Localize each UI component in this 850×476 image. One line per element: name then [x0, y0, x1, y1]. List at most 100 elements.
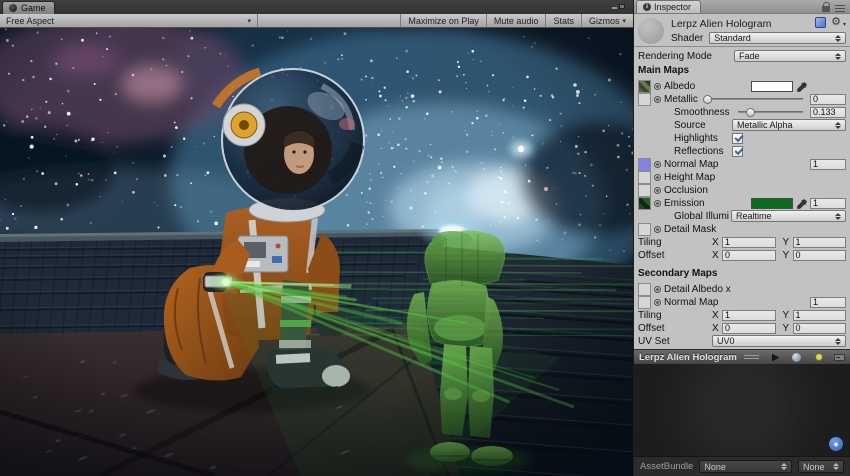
assetbundle-variant-dropdown[interactable]: None: [798, 460, 844, 473]
main-offset-y-field[interactable]: 0: [792, 249, 846, 261]
lock-icon[interactable]: [822, 2, 830, 12]
albedo-texture-slot[interactable]: [638, 79, 651, 93]
main-tiling-row: Tiling X 1 Y 1: [638, 236, 846, 248]
texture-target-icon[interactable]: [654, 95, 661, 103]
metallic-label: Metallic: [664, 93, 698, 105]
texture-target-icon[interactable]: [654, 82, 661, 90]
smoothness-value-field[interactable]: 0.133: [810, 106, 846, 118]
tab-game[interactable]: Game: [2, 1, 55, 14]
texture-target-icon[interactable]: [654, 285, 661, 293]
material-preview-sphere: [638, 18, 664, 44]
popup-icon: [835, 213, 841, 220]
texture-target-icon[interactable]: [654, 199, 661, 207]
tab-inspector[interactable]: i Inspector: [636, 0, 702, 13]
uv-set-dropdown[interactable]: UV0: [712, 335, 846, 347]
secondary-tiling-row: Tiling X 1 Y 1: [638, 309, 846, 321]
secondary-maps-header: Secondary Maps: [638, 268, 718, 279]
secondary-tiling-x-field[interactable]: 1: [722, 309, 776, 321]
texture-target-icon[interactable]: [654, 225, 661, 233]
highlights-checkbox[interactable]: [732, 132, 743, 144]
texture-target-icon[interactable]: [654, 173, 661, 181]
tiling-label: Tiling: [638, 309, 662, 321]
texture-target-icon[interactable]: [654, 186, 661, 194]
y-label: Y: [782, 249, 790, 261]
preview-sphere-toggle[interactable]: [792, 352, 801, 362]
source-dropdown[interactable]: Metallic Alpha: [732, 119, 846, 131]
height-map-row: Height Map: [638, 170, 846, 184]
inspector-panel: i Inspector Lerpz Alien Hologram ⚙ ▾ Sha…: [633, 0, 850, 476]
height-map-label: Height Map: [664, 171, 716, 183]
gizmos-dropdown[interactable]: Gizmos ▾: [580, 14, 633, 27]
popup-icon: [835, 35, 841, 42]
reflections-label: Reflections: [674, 145, 724, 157]
shader-dropdown[interactable]: Standard: [709, 32, 846, 44]
texture-target-icon[interactable]: [654, 298, 661, 306]
albedo-label: Albedo: [664, 80, 696, 92]
rendering-mode-dropdown[interactable]: Fade: [734, 50, 846, 62]
detail-albedo-label: Detail Albedo x: [664, 283, 731, 295]
secondary-normal-texture-slot[interactable]: [638, 295, 651, 309]
metallic-value-field[interactable]: 0: [810, 93, 846, 105]
material-preview-area[interactable]: ◆: [634, 364, 850, 456]
albedo-color-swatch[interactable]: [751, 80, 793, 92]
secondary-normal-value-field[interactable]: 1: [810, 296, 846, 308]
metallic-slider[interactable]: [702, 95, 803, 104]
mute-audio-button[interactable]: Mute audio: [485, 14, 546, 27]
main-tiling-x-field[interactable]: 1: [722, 236, 776, 248]
eyedropper-icon[interactable]: [797, 198, 808, 209]
popup-icon: [835, 122, 841, 129]
main-tiling-y-field[interactable]: 1: [792, 236, 846, 248]
texture-target-icon[interactable]: [654, 160, 661, 168]
eyedropper-icon[interactable]: [797, 81, 808, 92]
info-icon: i: [643, 3, 651, 11]
detail-mask-row: Detail Mask: [638, 222, 846, 236]
inspector-tabstrip: i Inspector: [634, 0, 850, 14]
normal-map-value-field[interactable]: 1: [810, 158, 846, 170]
main-offset-x-field[interactable]: 0: [722, 249, 776, 261]
height-map-texture-slot[interactable]: [638, 170, 651, 184]
popup-icon: [835, 53, 841, 60]
shader-label: Shader: [671, 32, 704, 44]
highlights-label: Highlights: [674, 132, 718, 144]
window-controls-icon[interactable]: [612, 4, 625, 9]
emission-value-field[interactable]: 1: [810, 197, 846, 209]
secondary-offset-x-field[interactable]: 0: [722, 322, 776, 334]
preview-minimize-icon[interactable]: [834, 353, 845, 361]
preview-title: Lerpz Alien Hologram: [639, 351, 737, 363]
preview-play-button[interactable]: ▶: [766, 352, 785, 363]
global-illumination-dropdown[interactable]: Realtime: [731, 210, 846, 222]
emission-texture-slot[interactable]: [638, 196, 651, 210]
x-label: X: [712, 309, 719, 321]
game-view-icon: [9, 4, 17, 12]
secondary-offset-y-field[interactable]: 0: [792, 322, 846, 334]
metallic-texture-slot[interactable]: [638, 92, 651, 106]
game-viewport[interactable]: [0, 28, 633, 476]
smoothness-slider[interactable]: [738, 108, 803, 117]
y-label: Y: [782, 309, 790, 321]
source-row: Source Metallic Alpha: [638, 119, 846, 131]
prefab-cube-icon[interactable]: [815, 17, 827, 28]
gear-icon[interactable]: ⚙: [831, 17, 841, 28]
secondary-tiling-y-field[interactable]: 1: [792, 309, 846, 321]
normal-map-texture-slot[interactable]: [638, 157, 651, 171]
reflections-checkbox[interactable]: [732, 145, 743, 157]
drag-handle-icon[interactable]: [743, 354, 760, 360]
x-label: X: [712, 322, 719, 334]
assetbundle-dropdown[interactable]: None: [699, 460, 792, 473]
pane-menu-icon[interactable]: [835, 5, 845, 12]
game-tabstrip: Game: [0, 0, 633, 14]
preview-header[interactable]: Lerpz Alien Hologram ▶: [634, 349, 850, 364]
asset-label-tag-icon[interactable]: ◆: [829, 437, 843, 451]
main-offset-row: Offset X 0 Y 0: [638, 249, 846, 261]
normal-map-label: Normal Map: [664, 158, 719, 170]
uv-set-row: UV Set UV0: [638, 335, 846, 347]
rendering-mode-row: Rendering Mode Fade: [638, 50, 846, 62]
maximize-on-play-button[interactable]: Maximize on Play: [400, 14, 486, 27]
preview-light-toggle[interactable]: [815, 353, 823, 361]
detail-mask-texture-slot[interactable]: [638, 222, 651, 236]
occlusion-texture-slot[interactable]: [638, 183, 651, 197]
emission-color-swatch[interactable]: [751, 197, 793, 209]
detail-albedo-texture-slot[interactable]: [638, 282, 651, 296]
stats-button[interactable]: Stats: [545, 14, 581, 27]
aspect-dropdown[interactable]: Free Aspect ▾: [0, 14, 258, 27]
